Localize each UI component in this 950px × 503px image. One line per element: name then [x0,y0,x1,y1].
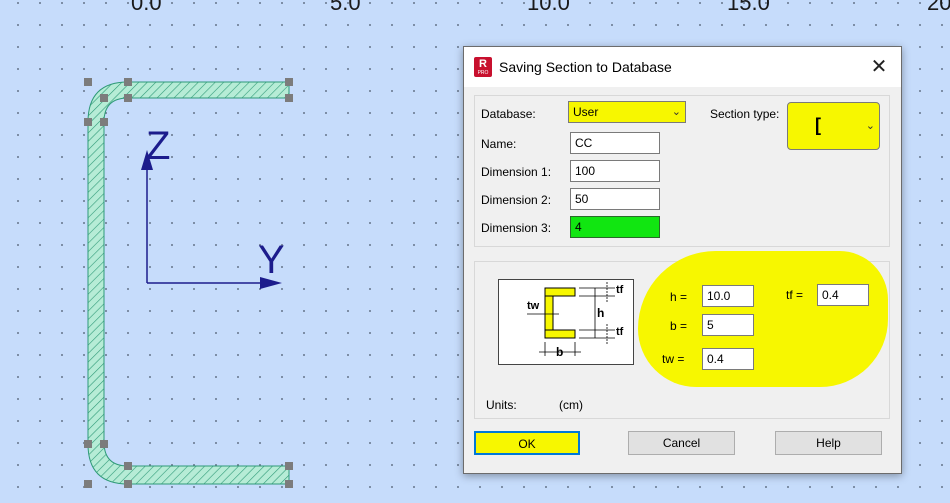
h-field[interactable]: 10.0 [702,285,754,307]
tw-field[interactable]: 0.4 [702,348,754,370]
database-label: Database: [481,107,536,121]
database-value: User [573,105,599,119]
units-value: (cm) [559,398,583,412]
b-field[interactable]: 5 [702,314,754,336]
name-field[interactable]: CC [570,132,660,154]
diagram-b-label: b [556,345,564,359]
chevron-down-icon: ⌄ [671,106,681,118]
section-type-dropdown[interactable]: [ ⌄ [787,102,880,150]
tf-label: tf = [786,288,804,302]
dimension3-field[interactable]: 4 [570,216,660,238]
dimension3-label: Dimension 3: [481,221,552,235]
dimension2-field[interactable]: 50 [570,188,660,210]
units-label: Units: [486,398,517,412]
name-label: Name: [481,137,517,151]
cancel-button[interactable]: Cancel [628,431,735,455]
help-button[interactable]: Help [775,431,882,455]
channel-section-icon: [ [815,115,821,135]
b-label: b = [670,319,688,333]
logo-letter: R [479,58,487,70]
z-axis-label: Z [146,124,170,168]
ok-button[interactable]: OK [474,431,580,455]
tf-field[interactable]: 0.4 [817,284,869,306]
robot-app-icon: R PRO [474,57,492,77]
diagram-tw-label: tw [527,300,540,312]
diagram-h-label: h [597,306,605,320]
y-axis-label: Y [258,238,285,282]
dialog-title: Saving Section to Database [499,59,672,75]
section-type-label: Section type: [710,107,780,121]
dimension1-label: Dimension 1: [481,165,552,179]
logo-sub: PRO [477,70,489,76]
close-icon[interactable]: ✕ [857,47,901,87]
diagram-tf-top-label: tf [616,284,624,296]
channel-section-diagram: tf tf h tw b [498,279,634,365]
dimension1-field[interactable]: 100 [570,160,660,182]
diagram-tf-bottom-label: tf [616,326,624,338]
h-label: h = [670,290,688,304]
tw-label: tw = [662,352,685,366]
dialog-title-bar[interactable]: R PRO Saving Section to Database ✕ [464,47,901,87]
database-dropdown[interactable]: User ⌄ [568,101,686,123]
chevron-down-icon: ⌄ [865,120,875,132]
saving-section-dialog: R PRO Saving Section to Database ✕ Datab… [463,46,902,474]
dimension2-label: Dimension 2: [481,193,552,207]
